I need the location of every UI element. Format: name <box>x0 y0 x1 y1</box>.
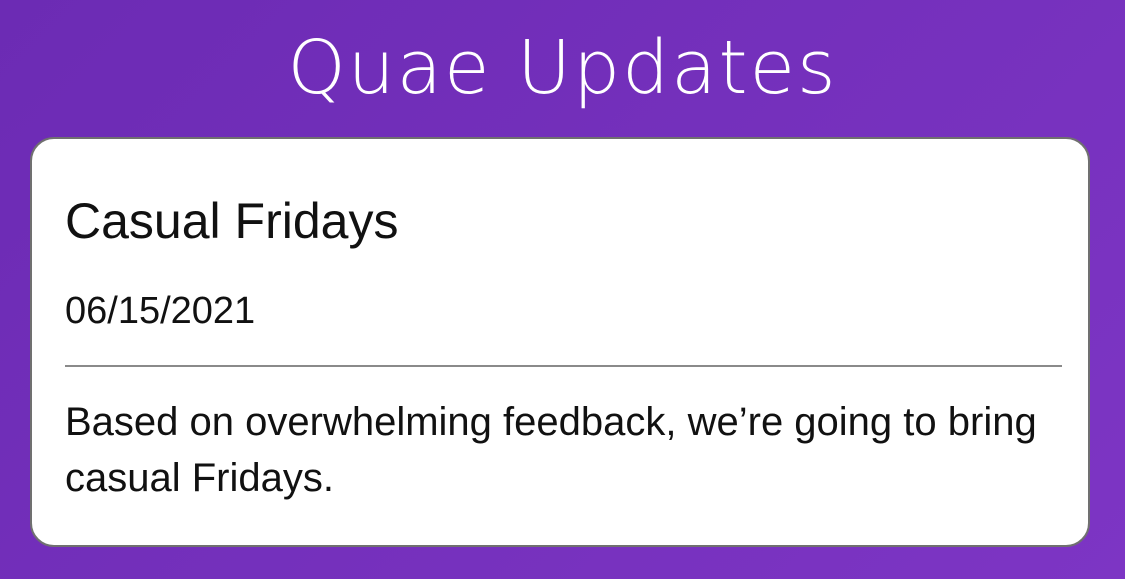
divider <box>65 365 1062 367</box>
app-title: Quae Updates <box>287 25 838 111</box>
update-card[interactable]: Casual Fridays 06/15/2021 Based on overw… <box>30 137 1090 547</box>
update-date: 06/15/2021 <box>65 290 256 332</box>
update-body: Based on overwhelming feedback, we’re go… <box>65 400 1037 500</box>
update-title: Casual Fridays <box>65 193 399 249</box>
